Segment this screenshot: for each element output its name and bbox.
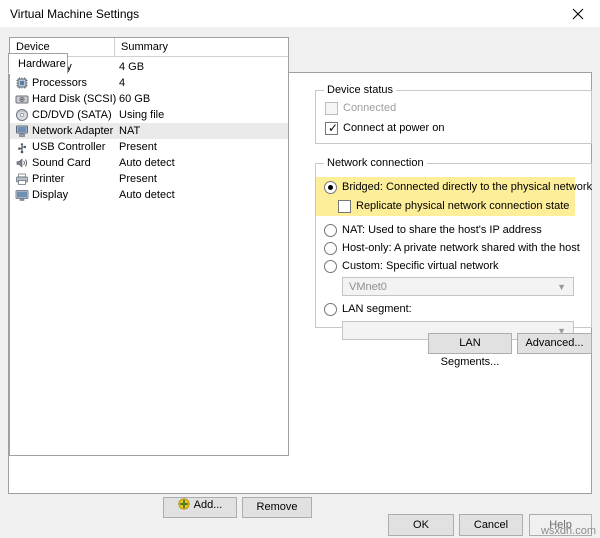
network-connection-legend: Network connection: [324, 157, 427, 169]
dialog-body: Hardware Options Device Summary: [0, 27, 600, 538]
radio-button: [324, 224, 337, 237]
list-item[interactable]: Printer Present: [10, 171, 288, 187]
list-item-summary: Auto detect: [119, 189, 175, 201]
device-list[interactable]: Device Summary Memory 4 GB: [9, 37, 289, 456]
add-button[interactable]: Add...: [163, 497, 237, 518]
title-bar: Virtual Machine Settings: [0, 0, 600, 28]
close-icon[interactable]: [556, 0, 600, 27]
checkbox-box: [325, 102, 338, 115]
column-header-summary[interactable]: Summary: [115, 38, 288, 56]
list-item-summary: 60 GB: [119, 93, 151, 105]
list-item-summary: 4 GB: [119, 61, 145, 73]
list-item-summary: NAT: [119, 125, 141, 137]
add-button-label: Add...: [193, 499, 223, 511]
replicate-physical-network-label: Replicate physical network connection st…: [356, 200, 570, 212]
radio-button: [324, 181, 337, 194]
watermark: wsxdn.com: [540, 525, 596, 537]
radio-button: [324, 303, 337, 316]
usb-icon: [15, 140, 29, 154]
harddisk-icon: [15, 92, 29, 106]
connect-at-power-on-label: Connect at power on: [343, 122, 445, 134]
chevron-down-icon: ▼: [557, 282, 566, 292]
list-item-label: USB Controller: [32, 141, 106, 153]
window-title: Virtual Machine Settings: [10, 7, 140, 21]
close-glyph: [572, 8, 584, 20]
custom-network-combo[interactable]: VMnet0 ▼: [342, 277, 574, 296]
radio-host-only-label: Host-only: A private network shared with…: [342, 242, 580, 254]
virtual-machine-settings-window: Virtual Machine Settings Hardware Option…: [0, 0, 600, 538]
cddvd-icon: [15, 108, 29, 122]
radio-button: [324, 260, 337, 273]
tab-hardware[interactable]: Hardware: [8, 53, 68, 74]
add-icon: [178, 498, 190, 513]
list-item[interactable]: Sound Card Auto detect: [10, 155, 288, 171]
remove-button[interactable]: Remove: [242, 497, 312, 518]
radio-lan-segment-label: LAN segment:: [342, 303, 412, 315]
connected-label: Connected: [343, 102, 397, 114]
list-item[interactable]: Processors 4: [10, 75, 288, 91]
checkbox-box: ✓: [325, 122, 338, 135]
list-item-summary: Using file: [119, 109, 165, 121]
list-item-label: Printer: [32, 173, 65, 185]
check-icon: ✓: [328, 121, 339, 135]
device-status-legend: Device status: [324, 84, 397, 96]
list-item[interactable]: CD/DVD (SATA) Using file: [10, 107, 288, 123]
list-item[interactable]: Display Auto detect: [10, 187, 288, 203]
ok-button[interactable]: OK: [388, 514, 454, 536]
advanced-button[interactable]: Advanced...: [517, 333, 592, 354]
radio-dot: [328, 185, 333, 190]
list-item-summary: 4: [119, 77, 126, 89]
lan-segments-button[interactable]: LAN Segments...: [428, 333, 512, 368]
radio-nat-label: NAT: Used to share the host's IP address: [342, 224, 542, 236]
list-item-label: CD/DVD (SATA): [32, 109, 112, 121]
radio-custom-label: Custom: Specific virtual network: [342, 260, 499, 272]
network-icon: [15, 124, 29, 138]
list-item-label: Hard Disk (SCSI): [32, 93, 117, 105]
custom-network-value: VMnet0: [349, 281, 387, 293]
printer-icon: [15, 172, 29, 186]
checkbox-box: [338, 200, 351, 213]
sound-icon: [15, 156, 29, 170]
processor-icon: [15, 76, 29, 90]
list-item-label: Processors: [32, 77, 88, 89]
list-item-summary: Present: [119, 173, 157, 185]
list-item-label: Display: [32, 189, 69, 201]
list-item-summary: Auto detect: [119, 157, 175, 169]
list-item-network-adapter[interactable]: Network Adapter NAT: [10, 123, 288, 139]
list-item-summary: Present: [119, 141, 157, 153]
list-item[interactable]: Hard Disk (SCSI) 60 GB: [10, 91, 288, 107]
device-status-group: Device status Connected ✓ Connect at pow…: [315, 84, 592, 144]
list-item[interactable]: USB Controller Present: [10, 139, 288, 155]
list-item-label: Sound Card: [32, 157, 91, 169]
radio-button: [324, 242, 337, 255]
list-item-label: Network Adapter: [32, 125, 114, 137]
cancel-button[interactable]: Cancel: [459, 514, 523, 536]
radio-bridged-label: Bridged: Connected directly to the physi…: [342, 181, 593, 193]
display-icon: [15, 188, 29, 202]
